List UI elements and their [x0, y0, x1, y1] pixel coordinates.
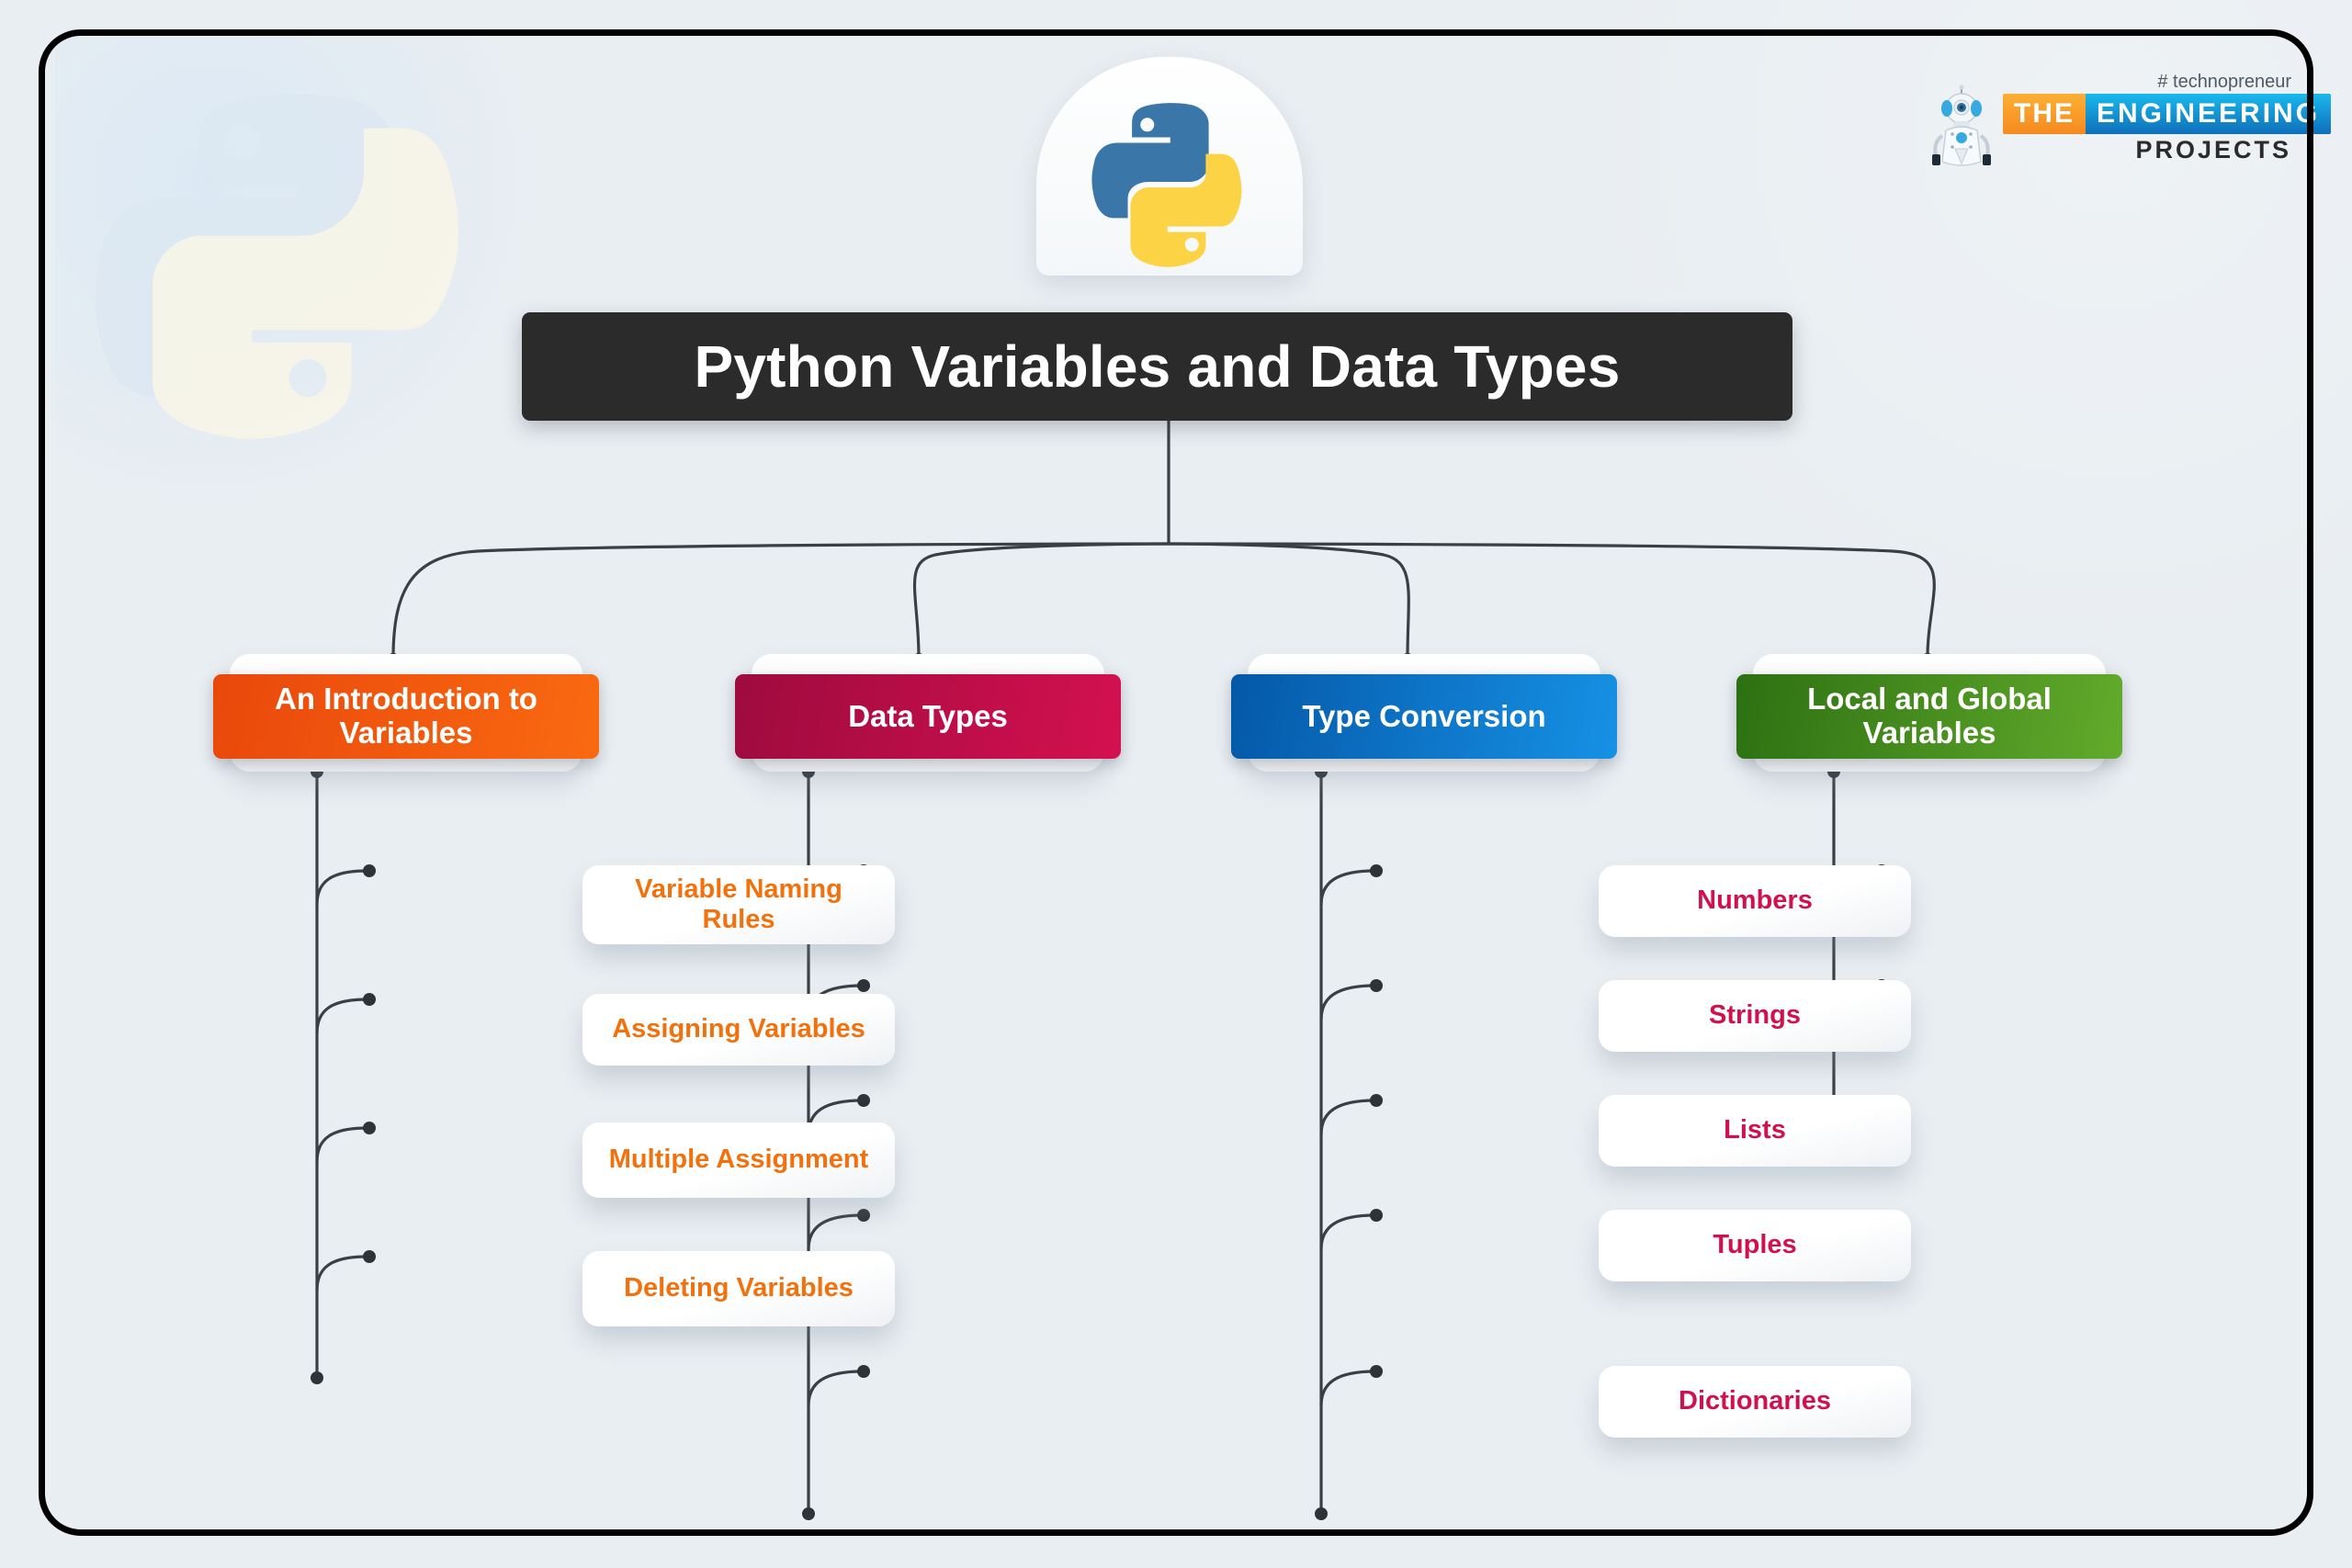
list-item[interactable]: Numbers: [1599, 865, 1911, 937]
branch-header-type-conversion[interactable]: Type Conversion: [1231, 674, 1617, 759]
branch-header-label: Data Types: [848, 698, 1008, 733]
list-item-label: Lists: [1724, 1115, 1786, 1145]
brand-word-the: THE: [2003, 94, 2086, 134]
list-item-label: Dictionaries: [1679, 1386, 1831, 1416]
python-watermark-icon: [72, 81, 467, 448]
list-item[interactable]: Assigning Variables: [582, 994, 895, 1066]
infographic-canvas: Python Variables and Data Types # techno…: [0, 0, 2352, 1568]
list-item-label: Variable Naming Rules: [635, 874, 842, 935]
list-item-label: Multiple Assignment: [608, 1145, 869, 1175]
python-logo-badge: [1036, 57, 1303, 276]
list-item[interactable]: Strings: [1599, 980, 1911, 1052]
branch-header-label: An Introduction to Variables: [275, 682, 537, 750]
branch-header-label: Local and Global Variables: [1807, 682, 2052, 750]
list-item-label: Assigning Variables: [612, 1014, 865, 1044]
robot-mascot-icon: [1932, 85, 1991, 166]
list-item-label: Strings: [1709, 1000, 1801, 1031]
list-item-label: Numbers: [1697, 886, 1813, 916]
brand-wordmark: THE ENGINEERING: [2003, 94, 2332, 134]
list-item[interactable]: Dictionaries: [1599, 1366, 1911, 1438]
brand-tagline: # technopreneur: [2157, 72, 2291, 92]
list-item-label: Deleting Variables: [624, 1273, 854, 1303]
list-item[interactable]: Deleting Variables: [582, 1251, 895, 1326]
page-title-text: Python Variables and Data Types: [694, 333, 1621, 400]
branch-header-label: Type Conversion: [1302, 698, 1546, 733]
list-item[interactable]: Variable Naming Rules: [582, 865, 895, 945]
page-title: Python Variables and Data Types: [522, 312, 1792, 421]
list-item[interactable]: Tuples: [1599, 1210, 1911, 1281]
branch-header-introduction-to-variables[interactable]: An Introduction to Variables: [213, 674, 599, 759]
brand-word-projects: PROJECTS: [2135, 136, 2291, 164]
brand-word-engineering: ENGINEERING: [2086, 94, 2332, 134]
branch-header-data-types[interactable]: Data Types: [735, 674, 1121, 759]
list-item[interactable]: Lists: [1599, 1095, 1911, 1167]
branch-header-local-and-global-variables[interactable]: Local and Global Variables: [1736, 674, 2122, 759]
brand-logo[interactable]: # technopreneur THE ENGINEERING PROJECTS: [1928, 72, 2332, 169]
list-item[interactable]: Multiple Assignment: [582, 1122, 895, 1198]
list-item-label: Tuples: [1713, 1230, 1797, 1260]
python-logo-icon: [1091, 103, 1242, 267]
